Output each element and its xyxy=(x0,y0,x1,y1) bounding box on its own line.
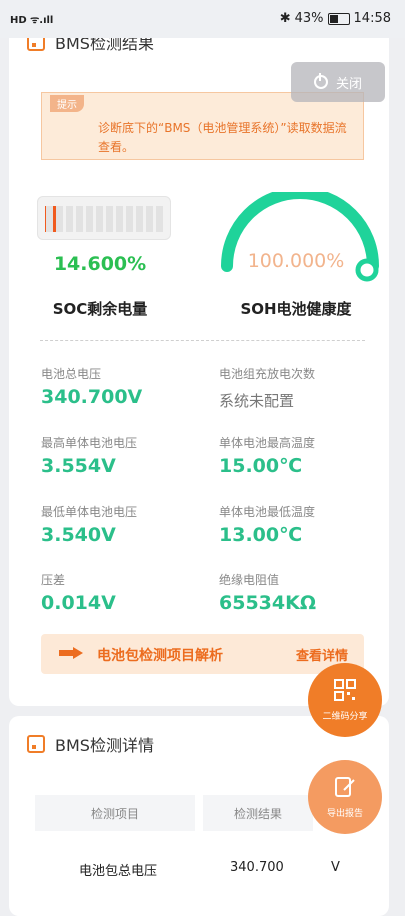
metric-value: 3.540V xyxy=(41,524,116,546)
battery-cell xyxy=(56,206,63,232)
view-details-link[interactable]: 查看详情 xyxy=(296,645,348,664)
battery-cell xyxy=(96,206,103,232)
metric-label: 压差 xyxy=(41,573,66,587)
battery-cell xyxy=(76,206,83,232)
tip-tag: 提示 xyxy=(50,95,84,112)
battery-cell xyxy=(126,206,133,232)
card-header: BMS检测详情 xyxy=(27,732,154,756)
column-header-result: 检测结果 xyxy=(203,795,313,831)
soc-battery-bar xyxy=(37,196,171,240)
export-report-button[interactable]: 导出报告 xyxy=(308,760,382,834)
metric-label: 绝缘电阻值 xyxy=(219,573,280,587)
export-report-label: 导出报告 xyxy=(326,809,363,819)
metric-label: 单体电池最高温度 xyxy=(219,436,316,450)
battery-cell xyxy=(106,206,113,232)
status-bar: HD ᯤ.ıll ✱ 43% 14:58 xyxy=(0,0,405,38)
tip-box: 提示 诊断底下的“BMS（电池管理系统）”读取数据流查看。 xyxy=(41,92,364,160)
signal-icon: HD ᯤ.ıll xyxy=(10,15,54,26)
soc-label: SOC剩余电量 xyxy=(52,300,148,318)
battery-cell xyxy=(156,206,163,232)
metric-value: 3.554V xyxy=(41,455,116,477)
close-label: 关闭 xyxy=(335,76,362,92)
metric-value: 15.00℃ xyxy=(219,455,303,477)
battery-cell xyxy=(136,206,143,232)
soh-value: 100.000% xyxy=(247,250,345,272)
export-icon xyxy=(335,777,355,797)
soh-label: SOH电池健康度 xyxy=(240,300,352,318)
metric-value: 系统未配置 xyxy=(219,392,295,410)
battery-icon xyxy=(327,12,350,25)
metric-value: 13.00℃ xyxy=(219,524,303,546)
metric-value: 0.014V xyxy=(41,592,116,614)
metric-value: 65534KΩ xyxy=(219,592,316,614)
pointing-hand-icon xyxy=(59,647,83,659)
bluetooth-icon: ✱ xyxy=(279,11,291,26)
power-icon xyxy=(313,73,328,89)
row-value: 340.700 xyxy=(230,860,284,875)
metric-label: 电池组充放电次数 xyxy=(219,367,316,381)
card-title: BMS检测详情 xyxy=(55,736,154,755)
battery-percent: 43% xyxy=(294,11,324,26)
qr-share-button[interactable]: 二维码分享 xyxy=(308,663,382,737)
soh-knob xyxy=(355,258,379,282)
metric-label: 最低单体电池电压 xyxy=(41,505,138,519)
battery-cell xyxy=(46,206,53,232)
close-button[interactable]: 关闭 xyxy=(291,62,385,102)
metric-label: 单体电池最低温度 xyxy=(219,505,316,519)
metric-label: 最高单体电池电压 xyxy=(41,436,138,450)
report-icon xyxy=(27,735,45,753)
soc-value: 14.600% xyxy=(53,253,147,275)
battery-cell xyxy=(116,206,123,232)
metric-value: 340.700V xyxy=(41,386,143,408)
tip-text: 诊断底下的“BMS（电池管理系统）”读取数据流查看。 xyxy=(98,121,347,154)
battery-cell xyxy=(146,206,153,232)
battery-cell xyxy=(86,206,93,232)
clock: 14:58 xyxy=(353,11,391,26)
battery-pack-analysis-banner[interactable]: 电池包检测项目解析 查看详情 xyxy=(41,634,364,674)
divider xyxy=(40,340,365,341)
qr-code-icon xyxy=(334,679,356,701)
banner-title: 电池包检测项目解析 xyxy=(97,648,223,664)
column-header-item: 检测项目 xyxy=(35,795,195,831)
metric-label: 电池总电压 xyxy=(41,367,102,381)
battery-cell xyxy=(66,206,73,232)
row-item: 电池包总电压 xyxy=(79,864,158,879)
row-unit: V xyxy=(331,860,340,875)
qr-share-label: 二维码分享 xyxy=(322,712,368,722)
